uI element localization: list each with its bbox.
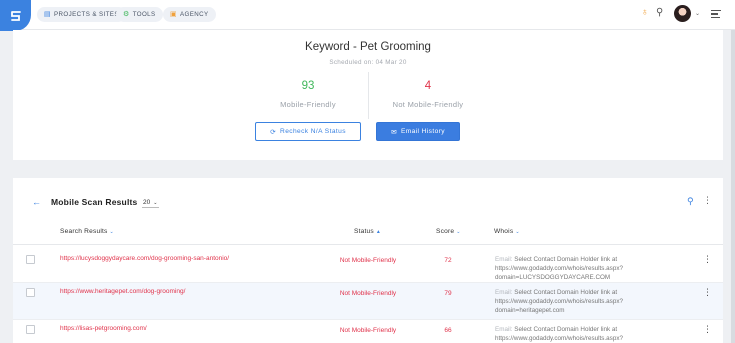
column-status[interactable]: Status ▲ [354,228,381,235]
top-bar: ▤ PROJECTS & SITES ⚙ TOOLS ▣ AGENCY ♁ ⚲ … [0,0,735,31]
scrollbar[interactable] [731,30,735,343]
page-title: Keyword - Pet Grooming [305,41,431,53]
table-row: https://www.heritagepet.com/dog-grooming… [13,283,723,320]
row-more-icon[interactable]: ⋮ [703,254,712,265]
row-checkbox[interactable] [26,288,35,297]
nav-tools[interactable]: ⚙ TOOLS [116,7,163,22]
stat-not-mobile-friendly: 4 Not Mobile-Friendly [368,80,488,109]
menu-icon[interactable] [711,10,721,18]
row-more-icon[interactable]: ⋮ [703,324,712,335]
not-mobile-friendly-label: Not Mobile-Friendly [392,100,464,109]
nav-agency[interactable]: ▣ AGENCY [163,7,216,22]
chevron-down-icon: ⌄ [153,200,158,206]
row-more-icon[interactable]: ⋮ [703,287,712,298]
recheck-button[interactable]: ⟳ Recheck N/A Status [255,122,361,141]
refresh-icon: ⟳ [270,128,277,136]
result-url-link[interactable]: https://lisas-petgrooming.com/ [60,325,147,332]
sort-icon: ⌄ [515,229,520,235]
sort-icon: ⌄ [456,229,461,235]
sort-icon: ⌄ [109,229,114,235]
page-size-select[interactable]: 20 ⌄ [142,199,160,208]
not-mobile-friendly-count: 4 [424,80,432,92]
stat-mobile-friendly: 93 Mobile-Friendly [248,80,368,109]
whois-text: Email: Select Contact Domain Holder link… [495,289,623,315]
table-row: https://lisas-petgrooming.com/ Not Mobil… [13,320,723,343]
agency-icon: ▣ [170,11,178,18]
result-url-link[interactable]: https://www.heritagepet.com/dog-grooming… [60,288,185,295]
row-checkbox[interactable] [26,325,35,334]
email-history-button[interactable]: ✉ Email History [376,122,460,141]
chevron-down-icon[interactable]: ⌄ [695,10,700,17]
tools-icon: ⚙ [123,11,130,18]
logo-icon [10,10,21,21]
status-text: Not Mobile-Friendly [339,257,397,264]
status-text: Not Mobile-Friendly [339,290,397,297]
whois-text: Email: Select Contact Domain Holder link… [495,326,623,343]
app-logo[interactable] [0,0,31,31]
mobile-friendly-count: 93 [301,80,315,92]
results-card: ← Mobile Scan Results 20 ⌄ ⚲ ⋮ Search Res… [13,178,723,343]
back-arrow-icon[interactable]: ← [32,197,41,207]
score-value: 66 [444,327,452,334]
summary-card: Keyword - Pet Grooming Scheduled on: 04 … [13,30,723,160]
sort-icon: ▲ [375,229,382,235]
score-value: 72 [444,257,452,264]
score-value: 79 [444,290,452,297]
nav-projects-sites[interactable]: ▤ PROJECTS & SITES [37,7,126,22]
column-whois[interactable]: Whois ⌄ [494,228,520,235]
status-text: Not Mobile-Friendly [339,327,397,334]
more-options-icon[interactable]: ⋮ [703,195,712,206]
column-score[interactable]: Score ⌄ [436,228,461,235]
results-title: Mobile Scan Results [51,197,138,207]
scheduled-date: Scheduled on: 04 Mar 20 [329,59,407,66]
result-url-link[interactable]: https://lucysdoggydaycare.com/dog-groomi… [60,255,229,262]
envelope-icon: ✉ [391,128,397,136]
mobile-friendly-label: Mobile-Friendly [280,100,336,109]
search-icon[interactable]: ⚲ [687,196,694,207]
divider [13,244,723,245]
whois-text: Email: Select Contact Domain Holder link… [495,256,623,282]
avatar[interactable] [674,5,691,22]
notification-icon[interactable]: ♁ [641,8,649,18]
column-search-results[interactable]: Search Results ⌄ [60,228,114,235]
row-checkbox[interactable] [26,255,35,264]
search-icon[interactable]: ⚲ [656,8,663,18]
projects-icon: ▤ [44,11,52,18]
